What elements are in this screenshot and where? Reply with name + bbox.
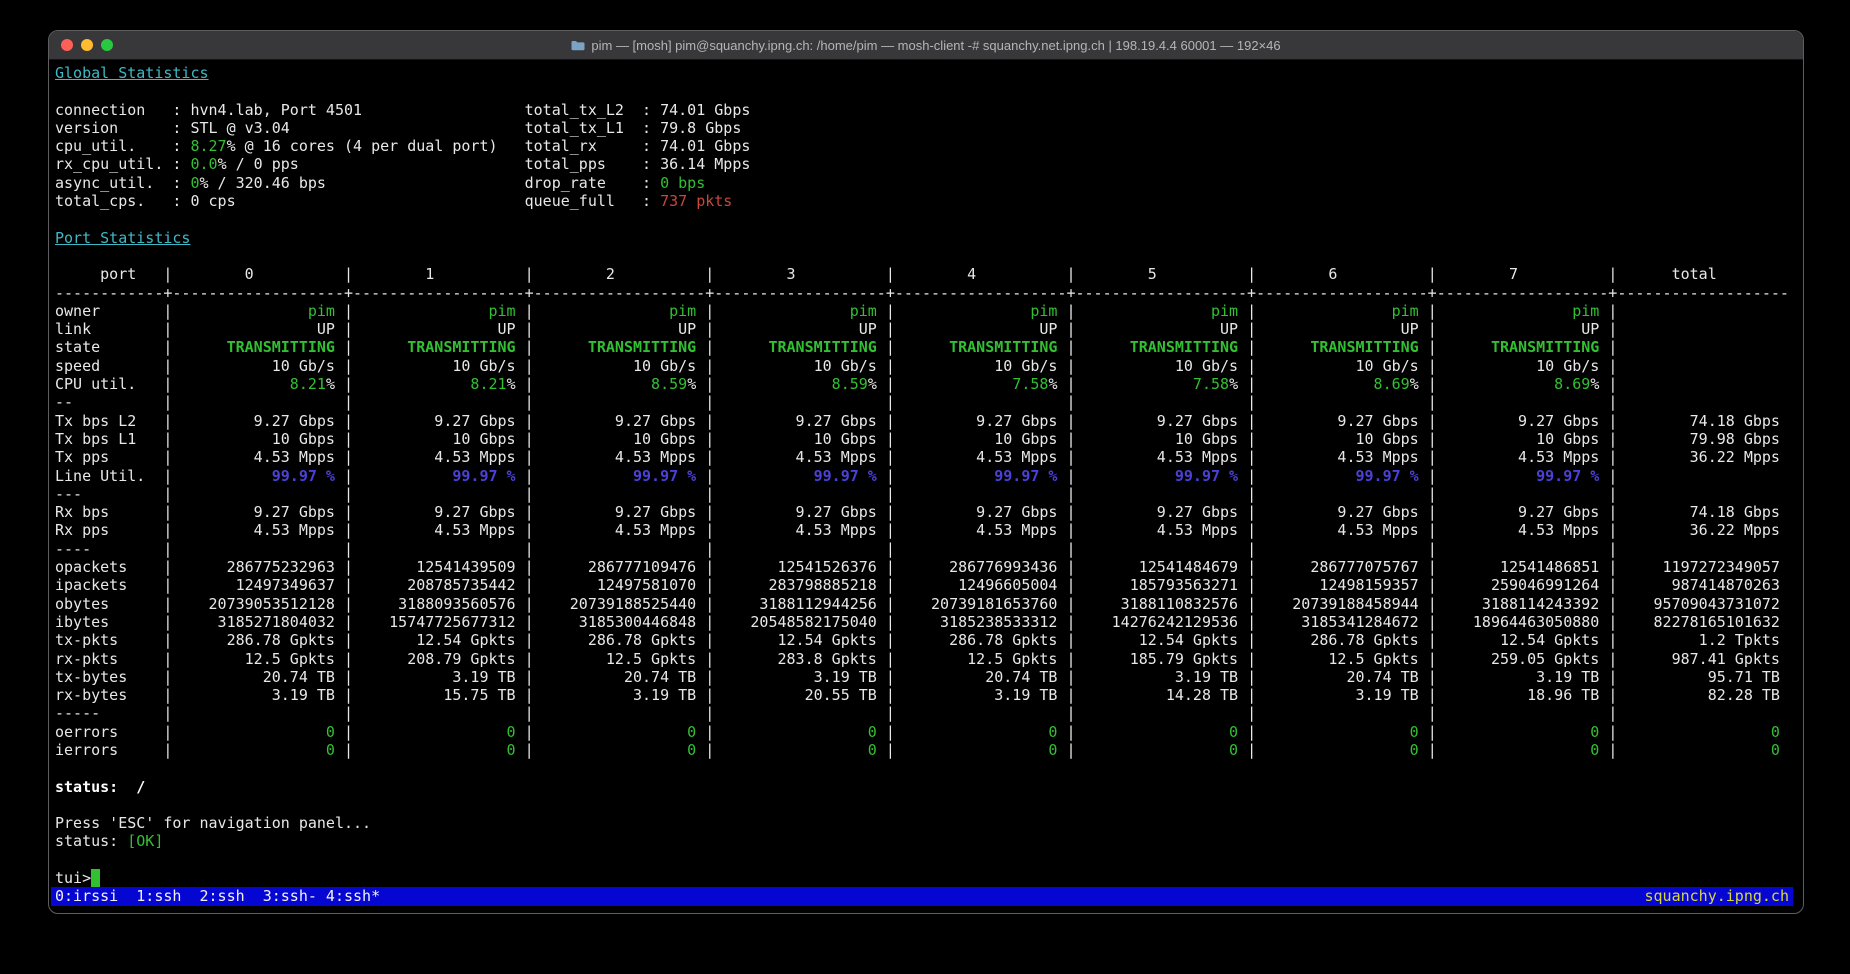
title-bar[interactable]: pim — [mosh] pim@squanchy.ipng.ch: /home… xyxy=(49,31,1803,60)
port-row-rx-pkts: rx-pkts | 12.5 Gpkts | 208.79 Gpkts | 12… xyxy=(55,650,1803,668)
port-table-header: port | 0 | 1 | 2 | 3 | 4 | 5 | 6 | 7 | t… xyxy=(55,265,1803,283)
terminal-screen[interactable]: Global Statistics connection : hvn4.lab, … xyxy=(49,60,1803,906)
terminal-window: pim — [mosh] pim@squanchy.ipng.ch: /home… xyxy=(48,30,1804,914)
port-row-link: link | UP | UP | UP | UP | UP | UP | UP … xyxy=(55,320,1803,338)
stat-line-version: version : STL @ v3.04 total_tx_L1 : 79.8… xyxy=(55,119,1803,137)
port-row-owner: owner | pim | pim | pim | pim | pim | pi… xyxy=(55,302,1803,320)
port-row-rx-pps: Rx pps | 4.53 Mpps | 4.53 Mpps | 4.53 Mp… xyxy=(55,521,1803,539)
window-title: pim — [mosh] pim@squanchy.ipng.ch: /home… xyxy=(591,38,1280,53)
screen-status-bar: 0:irssi 1:ssh 2:ssh 3:ssh- 4:ssh* squanc… xyxy=(51,887,1793,905)
folder-icon xyxy=(571,40,585,51)
port-row-divider: --- | | | | | | | | | xyxy=(55,485,1803,503)
blank-line xyxy=(55,851,1803,869)
close-button[interactable] xyxy=(61,39,73,51)
stat-line-connection: connection : hvn4.lab, Port 4501 total_t… xyxy=(55,101,1803,119)
port-row-oerrors: oerrors | 0 | 0 | 0 | 0 | 0 | 0 | 0 | 0 … xyxy=(55,723,1803,741)
port-row-divider: ----- | | | | | | | | | xyxy=(55,704,1803,722)
blank-line xyxy=(55,210,1803,228)
minimize-button[interactable] xyxy=(81,39,93,51)
port-row-line-util: Line Util. | 99.97 % | 99.97 % | 99.97 %… xyxy=(55,467,1803,485)
port-row-divider: ---- | | | | | | | | | xyxy=(55,540,1803,558)
port-row-ierrors: ierrors | 0 | 0 | 0 | 0 | 0 | 0 | 0 | 0 … xyxy=(55,741,1803,759)
status-spinner-line: status: / xyxy=(55,778,1803,796)
port-row-opackets: opackets | 286775232963 | 12541439509 | … xyxy=(55,558,1803,576)
port-row-rx-bytes: rx-bytes | 3.19 TB | 15.75 TB | 3.19 TB … xyxy=(55,686,1803,704)
traffic-lights xyxy=(49,39,113,51)
port-statistics-heading: Port Statistics xyxy=(55,229,1803,247)
cursor xyxy=(91,869,100,887)
port-row-obytes: obytes | 20739053512128 | 3188093560576 … xyxy=(55,595,1803,613)
blank-line xyxy=(55,247,1803,265)
screen-hostname: squanchy.ipng.ch xyxy=(1645,887,1790,905)
port-row-cpu-util: CPU util. | 8.21% | 8.21% | 8.59% | 8.59… xyxy=(55,375,1803,393)
prompt-line[interactable]: tui> xyxy=(55,869,1803,887)
port-row-tx-bps-l1: Tx bps L1 | 10 Gbps | 10 Gbps | 10 Gbps … xyxy=(55,430,1803,448)
blank-line xyxy=(55,82,1803,100)
port-row-tx-pkts: tx-pkts | 286.78 Gpkts | 12.54 Gpkts | 2… xyxy=(55,631,1803,649)
port-table-separator: ------------+-------------------+-------… xyxy=(55,284,1803,302)
port-row-ipackets: ipackets | 12497349637 | 208785735442 | … xyxy=(55,576,1803,594)
port-row-ibytes: ibytes | 3185271804032 | 15747725677312 … xyxy=(55,613,1803,631)
screen-window-list: 0:irssi 1:ssh 2:ssh 3:ssh- 4:ssh* xyxy=(55,887,380,905)
port-row-tx-pps: Tx pps | 4.53 Mpps | 4.53 Mpps | 4.53 Mp… xyxy=(55,448,1803,466)
port-row-divider: -- | | | | | | | | | xyxy=(55,393,1803,411)
blank-line xyxy=(55,759,1803,777)
port-row-tx-bytes: tx-bytes | 20.74 TB | 3.19 TB | 20.74 TB… xyxy=(55,668,1803,686)
stat-line-cpu-util: cpu_util. : 8.27% @ 16 cores (4 per dual… xyxy=(55,137,1803,155)
stat-line-async-util: async_util. : 0% / 320.46 bps drop_rate … xyxy=(55,174,1803,192)
window-title-area: pim — [mosh] pim@squanchy.ipng.ch: /home… xyxy=(139,31,1713,59)
port-row-rx-bps: Rx bps | 9.27 Gbps | 9.27 Gbps | 9.27 Gb… xyxy=(55,503,1803,521)
esc-hint-line: Press 'ESC' for navigation panel... xyxy=(55,814,1803,832)
port-row-speed: speed | 10 Gb/s | 10 Gb/s | 10 Gb/s | 10… xyxy=(55,357,1803,375)
stat-line-total-cps: total_cps. : 0 cps queue_full : 737 pkts xyxy=(55,192,1803,210)
status-ok-line: status: [OK] xyxy=(55,832,1803,850)
port-row-tx-bps-l2: Tx bps L2 | 9.27 Gbps | 9.27 Gbps | 9.27… xyxy=(55,412,1803,430)
stat-line-rx-cpu-util: rx_cpu_util. : 0.0% / 0 pps total_pps : … xyxy=(55,155,1803,173)
zoom-button[interactable] xyxy=(101,39,113,51)
global-statistics-heading: Global Statistics xyxy=(55,64,1803,82)
port-row-state: state | TRANSMITTING | TRANSMITTING | TR… xyxy=(55,338,1803,356)
blank-line xyxy=(55,796,1803,814)
